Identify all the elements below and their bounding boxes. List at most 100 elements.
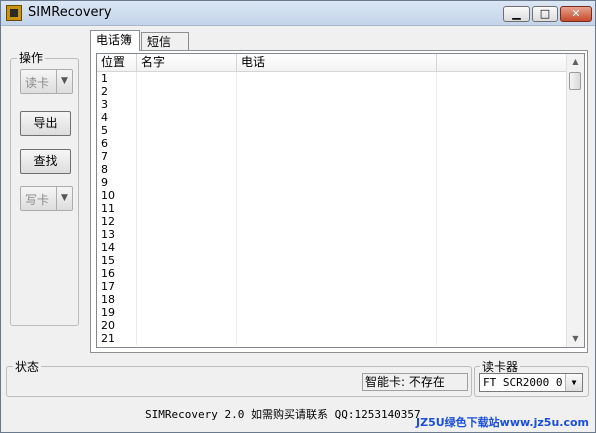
minimize-button[interactable]: ▁ (503, 6, 530, 22)
table-row[interactable]: 9 (97, 176, 569, 189)
row-phone (237, 202, 437, 215)
row-name (137, 98, 237, 111)
table-row[interactable]: 11 (97, 202, 569, 215)
tab-phonebook[interactable]: 电话簿 (90, 30, 140, 51)
chevron-down-icon[interactable]: ▼ (565, 374, 582, 391)
table-row[interactable]: 18 (97, 293, 569, 306)
row-phone (237, 293, 437, 306)
table-row[interactable]: 13 (97, 228, 569, 241)
table-row[interactable]: 12 (97, 215, 569, 228)
table-row[interactable]: 2 (97, 85, 569, 98)
row-name (137, 176, 237, 189)
row-position: 7 (97, 150, 137, 163)
watermark-text: JZ5U绿色下载站www.jz5u.com (416, 416, 589, 429)
row-position: 11 (97, 202, 137, 215)
vertical-scrollbar[interactable]: ▲ ▼ (566, 54, 584, 347)
row-position: 3 (97, 98, 137, 111)
row-phone (237, 124, 437, 137)
row-position: 17 (97, 280, 137, 293)
table-row[interactable]: 20 (97, 319, 569, 332)
tab-sms-label: 短信 (147, 35, 172, 49)
table-row[interactable]: 17 (97, 280, 569, 293)
find-button[interactable]: 查找 (20, 149, 71, 174)
write-card-label: 写卡 (25, 193, 50, 207)
table-row[interactable]: 5 (97, 124, 569, 137)
write-card-button[interactable]: 写卡 ▼ (20, 186, 73, 211)
row-phone (237, 332, 437, 345)
column-position-label: 位置 (101, 55, 126, 69)
column-header-position[interactable]: 位置 (97, 54, 137, 71)
row-name (137, 150, 237, 163)
row-name (137, 254, 237, 267)
row-name (137, 306, 237, 319)
scroll-up-icon[interactable]: ▲ (567, 54, 584, 70)
row-position: 15 (97, 254, 137, 267)
maximize-button[interactable]: □ (532, 6, 558, 22)
find-label: 查找 (33, 154, 58, 168)
smart-card-status: 智能卡: 不存在 (362, 373, 468, 391)
table-row[interactable]: 3 (97, 98, 569, 111)
row-position: 12 (97, 215, 137, 228)
chevron-down-icon[interactable]: ▼ (56, 187, 72, 210)
row-phone (237, 215, 437, 228)
minimize-icon: ▁ (512, 7, 521, 20)
row-phone (237, 254, 437, 267)
table-row[interactable]: 7 (97, 150, 569, 163)
table-row[interactable]: 1 (97, 72, 569, 85)
app-window: SIMRecovery ▁ □ ✕ 操作 读卡 ▼ 导出 查找 写卡 ▼ 电话簿… (0, 0, 596, 433)
phonebook-list[interactable]: 位置 名字 电话 1 2 3 4 5 6 7 8 9 10 11 12 13 14 15 16 17 18 19 20… (96, 53, 585, 348)
row-name (137, 241, 237, 254)
row-phone (237, 72, 437, 85)
reader-selected-value: FT SCR2000 0 (483, 376, 563, 389)
column-header-phone[interactable]: 电话 (237, 54, 437, 71)
row-position: 19 (97, 306, 137, 319)
row-name (137, 319, 237, 332)
row-name (137, 215, 237, 228)
row-position: 20 (97, 319, 137, 332)
row-name (137, 228, 237, 241)
title-bar: SIMRecovery ▁ □ ✕ (1, 1, 595, 26)
row-position: 1 (97, 72, 137, 85)
close-button[interactable]: ✕ (560, 6, 592, 22)
table-row[interactable]: 10 (97, 189, 569, 202)
row-position: 18 (97, 293, 137, 306)
row-position: 16 (97, 267, 137, 280)
row-name (137, 280, 237, 293)
reader-select[interactable]: FT SCR2000 0 ▼ (479, 373, 583, 392)
chevron-down-icon[interactable]: ▼ (56, 70, 72, 93)
row-name (137, 72, 237, 85)
maximize-icon: □ (539, 7, 551, 20)
table-row[interactable]: 14 (97, 241, 569, 254)
table-row[interactable]: 6 (97, 137, 569, 150)
column-header-name[interactable]: 名字 (137, 54, 237, 71)
tab-phonebook-label: 电话簿 (96, 33, 133, 47)
table-row[interactable]: 4 (97, 111, 569, 124)
list-header: 位置 名字 电话 (97, 54, 569, 72)
status-label: 状态 (13, 358, 42, 375)
table-row[interactable]: 19 (97, 306, 569, 319)
table-row[interactable]: 15 (97, 254, 569, 267)
row-name (137, 85, 237, 98)
row-phone (237, 163, 437, 176)
row-name (137, 124, 237, 137)
row-phone (237, 111, 437, 124)
row-phone (237, 176, 437, 189)
table-row[interactable]: 16 (97, 267, 569, 280)
table-row[interactable]: 8 (97, 163, 569, 176)
list-rows: 1 2 3 4 5 6 7 8 9 10 11 12 13 14 15 16 17 18 19 20 21 (97, 72, 569, 345)
row-position: 4 (97, 111, 137, 124)
row-position: 9 (97, 176, 137, 189)
scroll-thumb[interactable] (569, 72, 581, 90)
row-name (137, 293, 237, 306)
row-phone (237, 241, 437, 254)
footer-info: SIMRecovery 2.0 如需购买请联系 QQ:1253140357 (145, 408, 421, 421)
row-name (137, 111, 237, 124)
table-row[interactable]: 21 (97, 332, 569, 345)
export-button[interactable]: 导出 (20, 111, 71, 136)
tab-sms[interactable]: 短信 (141, 32, 189, 50)
scroll-down-icon[interactable]: ▼ (567, 331, 584, 347)
row-phone (237, 280, 437, 293)
row-name (137, 163, 237, 176)
read-card-button[interactable]: 读卡 ▼ (20, 69, 73, 94)
row-position: 21 (97, 332, 137, 345)
